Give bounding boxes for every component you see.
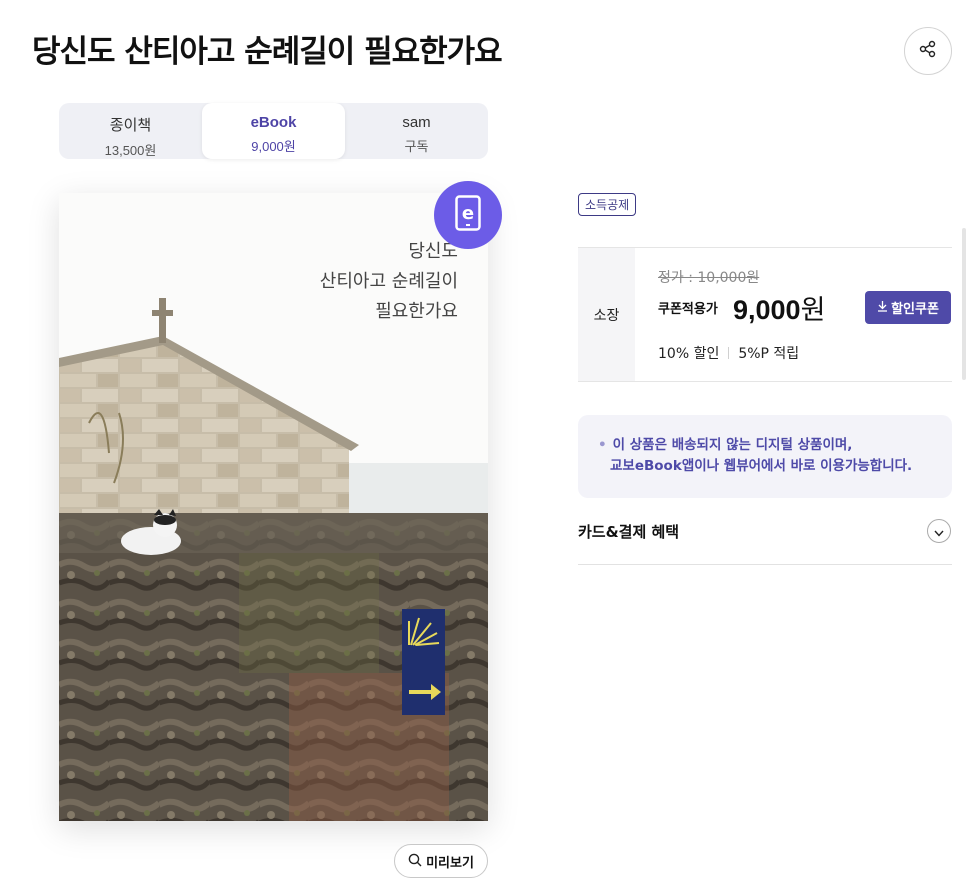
- sale-unit: 원: [800, 295, 826, 325]
- preview-label: 미리보기: [426, 854, 474, 870]
- tab-label: 종이책: [109, 117, 152, 134]
- chevron-down-icon: [934, 522, 944, 541]
- download-icon: [877, 300, 888, 316]
- tab-label: eBook: [250, 114, 297, 131]
- tab-sam[interactable]: sam 구독: [345, 103, 488, 159]
- format-tabs: 종이책 13,500원 eBook 9,000원 sam 구독: [59, 103, 488, 159]
- expand-button[interactable]: [927, 519, 951, 543]
- coupon-button-label: 할인쿠폰: [891, 302, 939, 317]
- tax-deduction-badge: 소득공제: [578, 193, 637, 216]
- search-icon: [408, 853, 422, 870]
- page-title: 당신도 산티아고 순례길이 필요한가요: [32, 34, 503, 70]
- bullet-icon: •: [598, 437, 607, 453]
- share-button[interactable]: [904, 27, 952, 75]
- ownership-label: 소장: [578, 248, 635, 381]
- tablet-icon: e: [455, 195, 481, 235]
- ebook-letter: e: [462, 203, 474, 224]
- tab-ebook[interactable]: eBook 9,000원: [202, 103, 345, 159]
- preview-button[interactable]: 미리보기: [394, 844, 488, 878]
- discount-coupon-button[interactable]: 할인쿠폰: [865, 291, 951, 324]
- scrollbar[interactable]: [962, 228, 966, 380]
- notice-line: 교보eBook앱이나 웹뷰어에서 바로 이용가능합니다.: [610, 458, 913, 474]
- digital-product-notice: • 이 상품은 배송되지 않는 디지털 상품이며, 교보eBook앱이나 웹뷰어에…: [578, 415, 952, 498]
- book-cover[interactable]: 당신도 산티아고 순례길이 필요한가요: [59, 193, 488, 821]
- tab-paperbook[interactable]: 종이책 13,500원: [59, 103, 202, 159]
- tab-price: 구독: [404, 139, 429, 154]
- tab-price: 9,000원: [251, 139, 296, 154]
- cover-text-line: 필요한가요: [375, 301, 458, 322]
- card-benefit-title: 카드&결제 혜택: [578, 523, 680, 541]
- cover-text-line: 산티아고 순례길이: [319, 271, 458, 292]
- tab-label: sam: [402, 114, 431, 131]
- cover-text-line: 당신도: [408, 241, 458, 262]
- ebook-badge: e: [434, 181, 502, 249]
- notice-line: 이 상품은 배송되지 않는 디지털 상품이며,: [612, 437, 853, 453]
- point-rate: 5%P 적립: [738, 346, 800, 362]
- sale-price: 9,000원: [733, 288, 825, 327]
- price-box: 소장 정가 : 10,000원 쿠폰적용가 9,000원 할인쿠폰 10% 할인…: [578, 247, 952, 382]
- benefit-summary: 10% 할인 5%P 적립: [658, 343, 799, 363]
- share-icon: [919, 40, 937, 62]
- card-payment-benefits[interactable]: 카드&결제 혜택: [578, 514, 952, 565]
- coupon-price-label: 쿠폰적용가: [658, 302, 718, 317]
- discount-rate: 10% 할인: [658, 346, 720, 362]
- sale-amount: 9,000: [733, 295, 801, 325]
- tab-price: 13,500원: [104, 143, 157, 158]
- list-price: 정가 : 10,000원: [658, 270, 760, 286]
- cover-title: 당신도 산티아고 순례길이 필요한가요: [320, 237, 458, 327]
- divider: [728, 347, 730, 359]
